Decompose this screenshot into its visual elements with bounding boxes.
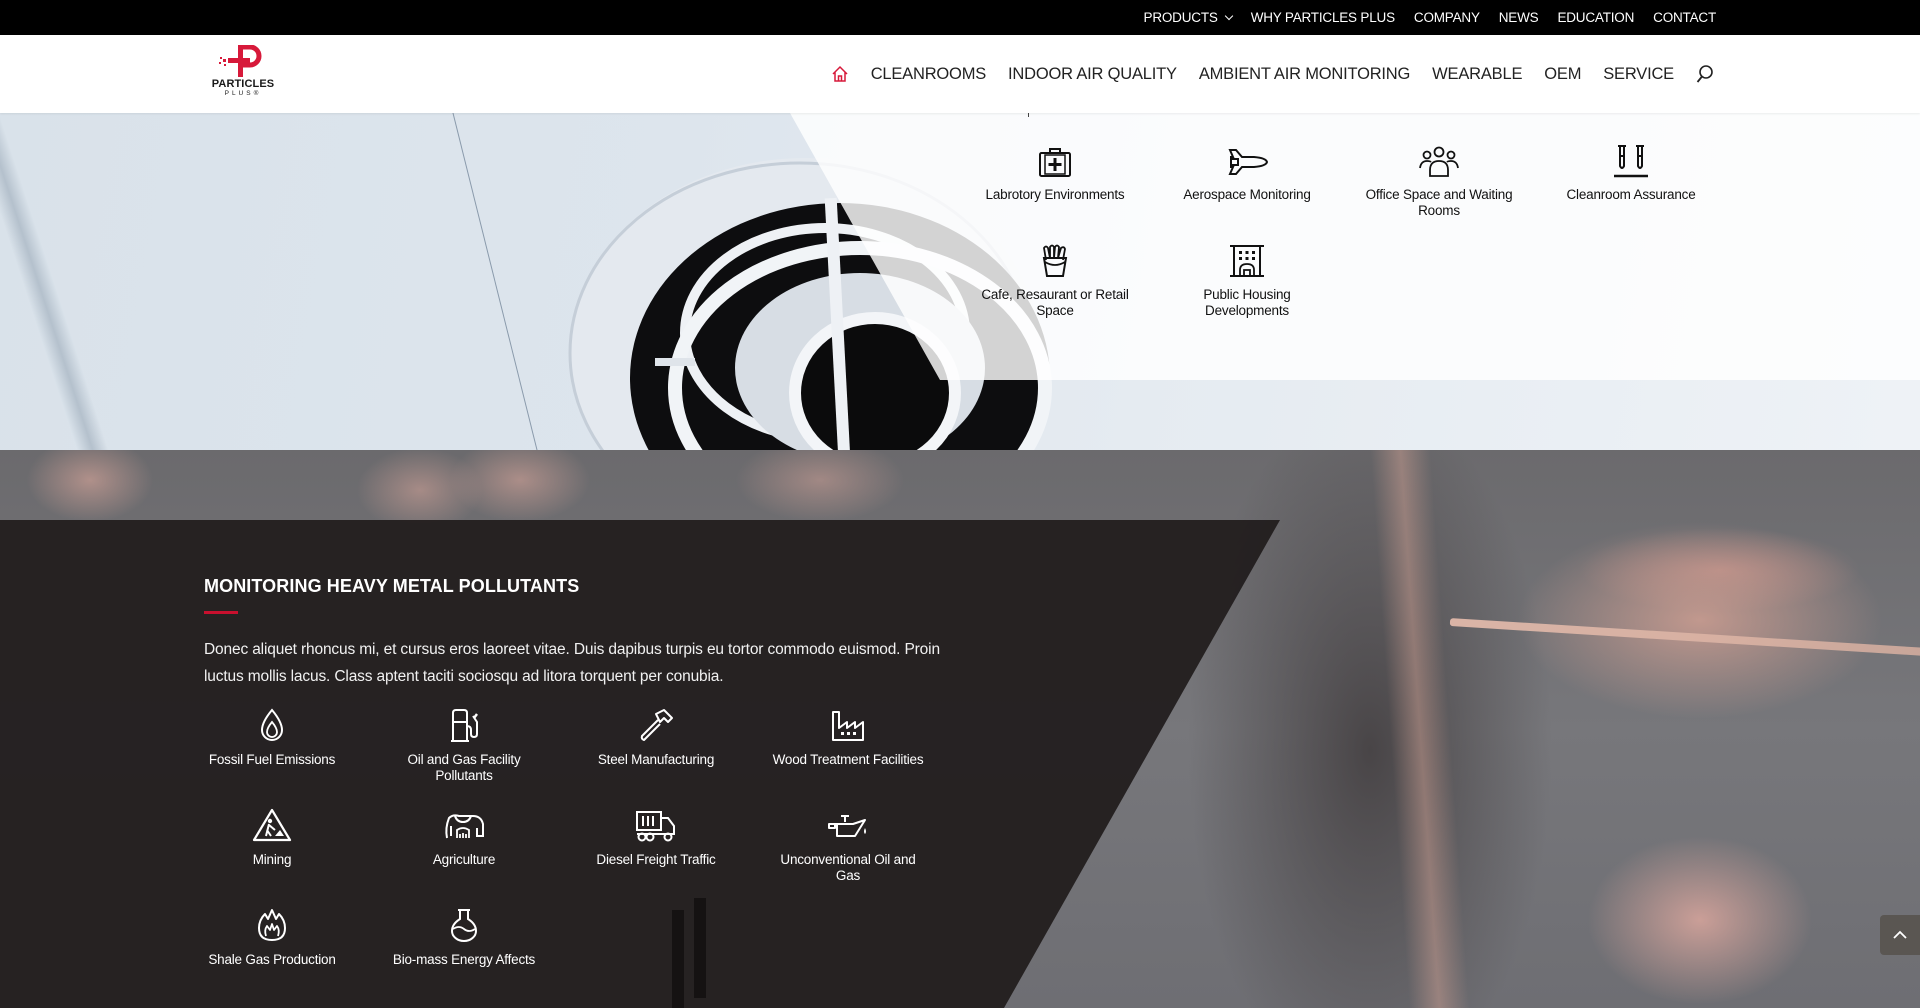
pollutant-label: Shale Gas Production [208, 952, 336, 967]
truck-icon [636, 811, 675, 842]
title-accent-bar [204, 611, 238, 614]
search-icon [1696, 65, 1713, 83]
application-label: Cafe, Resaurant or Retail Space [981, 287, 1129, 318]
pollutant-label: Unconventional Oil and Gas [780, 852, 916, 883]
utility-item-education[interactable]: EDUCATION [1557, 10, 1634, 25]
test-tubes-icon [1614, 145, 1648, 178]
contrail [1449, 618, 1920, 657]
search-button[interactable] [1696, 64, 1714, 84]
application-item[interactable]: Public Housing Developments [1172, 240, 1322, 319]
clipped-text-fragment [1028, 113, 1029, 117]
building-icon [1230, 245, 1264, 277]
pollutant-item[interactable]: Steel Manufacturing [576, 708, 736, 768]
logo-wordmark: PARTICLES [211, 78, 275, 90]
application-label: Labrotory Environments [985, 187, 1125, 202]
home-icon [832, 65, 848, 82]
chevron-up-icon [1893, 930, 1907, 939]
section-description: Donec aliquet rhoncus mi, et cursus eros… [204, 641, 940, 685]
application-label: Office Space and Waiting Rooms [1365, 187, 1513, 218]
utility-item-contact[interactable]: CONTACT [1653, 10, 1716, 25]
pollutant-item[interactable]: Bio-mass Energy Affects [384, 908, 544, 968]
nav-indoor-air-quality[interactable]: INDOOR AIR QUALITY [1008, 65, 1177, 84]
utility-item-news[interactable]: NEWS [1499, 10, 1539, 25]
nav-home[interactable] [831, 65, 849, 83]
logo-mark-icon [219, 44, 262, 77]
application-item[interactable]: Office Space and Waiting Rooms [1364, 140, 1514, 219]
nav-wearable[interactable]: WEARABLE [1432, 65, 1522, 84]
application-item[interactable]: Cleanroom Assurance [1556, 140, 1706, 203]
background-fold [0, 113, 125, 450]
fire-icon [258, 909, 286, 941]
application-item[interactable]: Cafe, Resaurant or Retail Space [980, 240, 1130, 319]
application-label: Cleanroom Assurance [1566, 187, 1696, 202]
pollutant-label: Fossil Fuel Emissions [208, 752, 336, 767]
nav-oem[interactable]: OEM [1544, 65, 1581, 84]
pollutant-label: Wood Treatment Facilities [772, 752, 924, 767]
smokestack [694, 898, 706, 998]
flask-icon [450, 909, 478, 942]
main-header: PARTICLES PLUS® CLEANROOMS INDOOR AIR QU… [0, 35, 1920, 113]
utility-item-label: PRODUCTS [1143, 10, 1218, 25]
pollutant-item[interactable]: Agriculture [384, 808, 544, 868]
pollutant-item[interactable]: Fossil Fuel Emissions [192, 708, 352, 768]
pollutant-label: Agriculture [432, 852, 496, 867]
logo-subword: PLUS® [224, 90, 262, 97]
space-shuttle-icon [1228, 149, 1268, 175]
back-to-top-button[interactable] [1880, 915, 1920, 955]
background-crack [450, 113, 539, 450]
mining-sign-icon [252, 808, 292, 842]
pollutant-item[interactable]: Oil and Gas Facility Pollutants [384, 708, 544, 784]
utility-nav: PRODUCTS WHY PARTICLES PLUS COMPANY NEWS… [1143, 0, 1717, 35]
utility-item-products[interactable]: PRODUCTS [1143, 10, 1233, 25]
section-title: MONITORING HEAVY METAL POLLUTANTS [204, 576, 580, 596]
flame-drop-icon [260, 708, 284, 741]
pollutant-item[interactable]: Shale Gas Production [192, 908, 352, 968]
cow-icon [445, 814, 484, 839]
application-label: Public Housing Developments [1203, 287, 1291, 318]
main-nav: CLEANROOMS INDOOR AIR QUALITY AMBIENT AI… [831, 35, 1714, 113]
french-fries-icon [1042, 244, 1068, 277]
application-label: Aerospace Monitoring [1183, 187, 1311, 202]
utility-bar: PRODUCTS WHY PARTICLES PLUS COMPANY NEWS… [0, 0, 1920, 35]
chevron-down-icon [1224, 11, 1233, 21]
pollutant-label: Steel Manufacturing [597, 752, 715, 767]
application-item[interactable]: Labrotory Environments [980, 140, 1130, 203]
pollutant-label: Oil and Gas Facility Pollutants [407, 752, 521, 783]
utility-item-company[interactable]: COMPANY [1414, 10, 1480, 25]
pollutant-label: Bio-mass Energy Affects [392, 952, 536, 967]
oil-can-icon [828, 815, 866, 837]
hammer-icon [640, 709, 673, 741]
utility-item-why-particles-plus[interactable]: WHY PARTICLES PLUS [1251, 10, 1395, 25]
fuel-pump-icon [451, 709, 478, 742]
application-item[interactable]: Aerospace Monitoring [1172, 140, 1322, 203]
heavy-metal-intro: MONITORING HEAVY METAL POLLUTANTS Donec … [204, 576, 964, 690]
nav-ambient-air-monitoring[interactable]: AMBIENT AIR MONITORING [1199, 65, 1411, 84]
pollutant-label: Diesel Freight Traffic [596, 852, 716, 867]
pollutant-item[interactable]: Wood Treatment Facilities [768, 708, 928, 768]
nav-service[interactable]: SERVICE [1603, 65, 1674, 84]
smoke-cloud [1370, 450, 1470, 1008]
nav-cleanrooms[interactable]: CLEANROOMS [871, 65, 987, 84]
pollutant-item[interactable]: Mining [192, 808, 352, 868]
factory-icon [832, 711, 864, 741]
pollutant-item[interactable]: Diesel Freight Traffic [576, 808, 736, 868]
logo[interactable]: PARTICLES PLUS® [208, 44, 278, 101]
people-group-icon [1419, 146, 1459, 177]
medical-kit-icon [1039, 148, 1071, 177]
pollutant-label: Mining [252, 852, 292, 867]
smokestack [672, 910, 684, 1008]
pollutant-item[interactable]: Unconventional Oil and Gas [768, 808, 928, 884]
